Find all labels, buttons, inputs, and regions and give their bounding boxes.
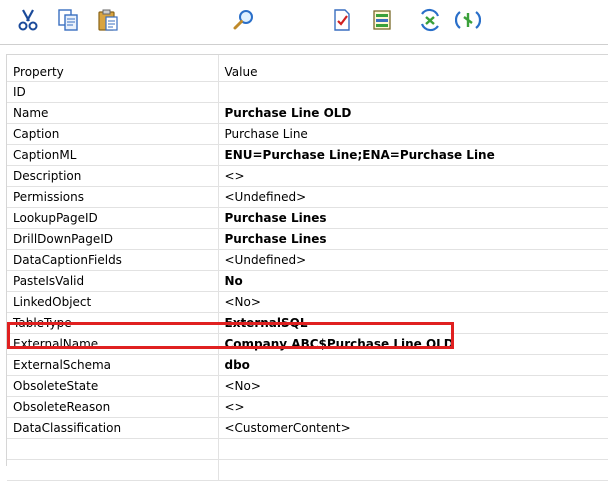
property-row[interactable]: ObsoleteReason <> (7, 396, 608, 418)
property-row[interactable]: Caption Purchase Line (7, 123, 608, 145)
property-name[interactable] (7, 459, 219, 481)
property-row[interactable] (7, 438, 608, 460)
property-row[interactable]: PasteIsValid No (7, 270, 608, 292)
property-row[interactable]: Description <> (7, 165, 608, 187)
property-name[interactable]: PasteIsValid (7, 270, 219, 292)
property-name[interactable]: Description (7, 165, 219, 187)
property-row[interactable]: LinkedObject <No> (7, 291, 608, 313)
grid-header-row: Property Value (7, 55, 608, 82)
property-value[interactable] (218, 438, 608, 460)
copy-icon (56, 8, 80, 32)
property-value[interactable]: <> (218, 165, 608, 187)
cut-icon (16, 8, 40, 32)
refresh-button[interactable] (416, 5, 444, 35)
connect-icon (455, 8, 481, 32)
property-value[interactable]: dbo (218, 354, 608, 376)
copy-button[interactable] (54, 5, 82, 35)
property-row[interactable]: DataCaptionFields <Undefined> (7, 249, 608, 271)
property-row[interactable]: Name Purchase Line OLD (7, 102, 608, 124)
property-value[interactable]: Purchase Lines (218, 207, 608, 229)
cut-button[interactable] (14, 5, 42, 35)
properties-grid: Property Value ID Name Purchase Line OLD Ca… (6, 54, 608, 481)
property-row[interactable]: TableType ExternalSQL (7, 312, 608, 334)
property-name[interactable]: CaptionML (7, 144, 219, 166)
property-value[interactable]: Company ABC$Purchase Line OLD (218, 333, 608, 355)
property-value[interactable]: <CustomerContent> (218, 417, 608, 439)
check-document-button[interactable] (328, 5, 356, 35)
property-row[interactable]: ExternalSchema dbo (7, 354, 608, 376)
property-row[interactable]: DataClassification <CustomerContent> (7, 417, 608, 439)
property-name[interactable]: ExternalName (7, 333, 219, 355)
property-row[interactable] (7, 459, 608, 481)
properties-icon (370, 8, 394, 32)
property-row[interactable]: ID (7, 81, 608, 103)
property-value[interactable] (218, 81, 608, 103)
property-value[interactable]: No (218, 270, 608, 292)
property-name[interactable]: ID (7, 81, 219, 103)
property-row[interactable]: LookupPageID Purchase Lines (7, 207, 608, 229)
property-row[interactable]: DrillDownPageID Purchase Lines (7, 228, 608, 250)
property-value[interactable]: <> (218, 396, 608, 418)
check-document-icon (330, 8, 354, 32)
property-name[interactable]: ExternalSchema (7, 354, 219, 376)
property-value[interactable]: Purchase Line (218, 123, 608, 145)
value-column-header: Value (218, 55, 608, 82)
property-value[interactable]: ExternalSQL (218, 312, 608, 334)
property-name[interactable]: DrillDownPageID (7, 228, 219, 250)
property-value[interactable] (218, 459, 608, 481)
refresh-icon (417, 8, 443, 32)
property-name[interactable] (7, 438, 219, 460)
property-value[interactable]: Purchase Lines (218, 228, 608, 250)
property-row[interactable]: CaptionML ENU=Purchase Line;ENA=Purchase … (7, 144, 608, 166)
property-name[interactable]: LookupPageID (7, 207, 219, 229)
property-value[interactable]: Purchase Line OLD (218, 102, 608, 124)
property-name[interactable]: Caption (7, 123, 219, 145)
property-name[interactable]: LinkedObject (7, 291, 219, 313)
property-value[interactable]: <No> (218, 375, 608, 397)
property-value[interactable]: <Undefined> (218, 249, 608, 271)
property-row[interactable]: ObsoleteState <No> (7, 375, 608, 397)
property-name[interactable]: Permissions (7, 186, 219, 208)
properties-button[interactable] (368, 5, 396, 35)
find-button[interactable] (230, 5, 258, 35)
property-name[interactable]: ObsoleteState (7, 375, 219, 397)
property-name[interactable]: Name (7, 102, 219, 124)
property-row[interactable]: Permissions <Undefined> (7, 186, 608, 208)
property-name[interactable]: ObsoleteReason (7, 396, 219, 418)
property-column-header: Property (7, 55, 219, 82)
property-name[interactable]: TableType (7, 312, 219, 334)
paste-icon (96, 8, 120, 32)
property-name[interactable]: DataClassification (7, 417, 219, 439)
toolbar (0, 0, 608, 45)
property-value[interactable]: ENU=Purchase Line;ENA=Purchase Line (218, 144, 608, 166)
property-name[interactable]: DataCaptionFields (7, 249, 219, 271)
find-icon (232, 8, 256, 32)
property-value[interactable]: <Undefined> (218, 186, 608, 208)
property-value[interactable]: <No> (218, 291, 608, 313)
connect-button[interactable] (454, 5, 482, 35)
property-row[interactable]: ExternalName Company ABC$Purchase Line OL… (7, 333, 608, 355)
paste-button[interactable] (94, 5, 122, 35)
